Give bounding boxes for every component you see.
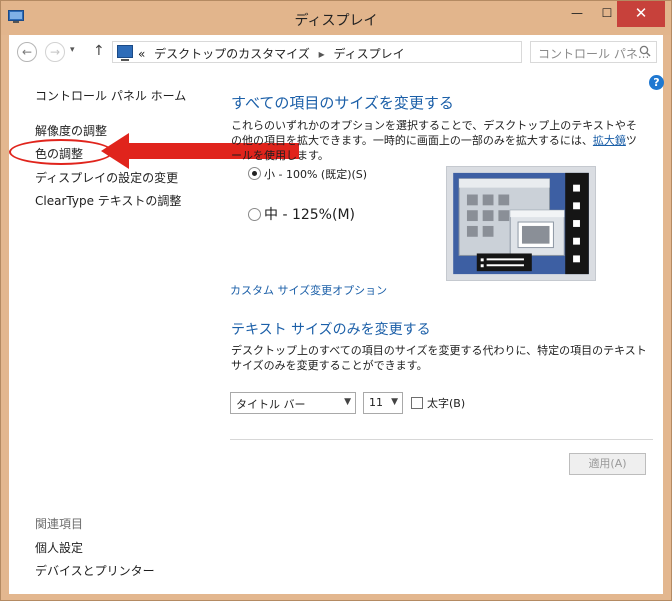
search-placeholder: コントロール パネ... bbox=[538, 47, 650, 61]
recent-locations-icon[interactable]: ▾ bbox=[70, 45, 75, 55]
section-description-all-items: これらのいずれかのオプションを選択することで、デスクトップ上のテキストやその他の… bbox=[231, 118, 643, 163]
description-text: これらのいずれかのオプションを選択することで、デスクトップ上のテキストやその他の… bbox=[231, 119, 637, 147]
radio-medium-label[interactable]: 中 - 125%(M) bbox=[264, 204, 355, 224]
help-icon[interactable]: ? bbox=[649, 75, 664, 90]
section-description-text-only: デスクトップ上のすべての項目のサイズを変更する代わりに、特定の項目のテキスト サ… bbox=[231, 344, 647, 372]
chevron-down-icon: ▼ bbox=[391, 397, 398, 407]
window: ディスプレイ — ☐ ✕ ← → ▾ ↑ « デスクトップのカスタマイズ ▸ デ… bbox=[0, 0, 672, 601]
font-size-select-value: 11 bbox=[369, 396, 383, 409]
section-title-text-only: テキスト サイズのみを変更する bbox=[231, 322, 431, 338]
breadcrumb-item-display[interactable]: ディスプレイ bbox=[334, 47, 405, 61]
breadcrumb-separator-icon[interactable]: ▸ bbox=[314, 47, 330, 61]
chevron-down-icon: ▼ bbox=[344, 397, 351, 407]
item-select-value: タイトル バー bbox=[236, 398, 306, 411]
navigation-bar: ← → ▾ ↑ « デスクトップのカスタマイズ ▸ ディスプレイ ⌄ ↻ コント… bbox=[9, 35, 663, 69]
forward-button[interactable]: → bbox=[45, 42, 65, 62]
section-title-all-items: すべての項目のサイズを変更する bbox=[231, 94, 454, 112]
font-size-select[interactable]: 11 ▼ bbox=[363, 392, 403, 414]
close-button[interactable]: ✕ bbox=[617, 1, 665, 27]
apply-button[interactable]: 適用(A) bbox=[569, 453, 646, 475]
item-select[interactable]: タイトル バー ▼ bbox=[230, 392, 356, 414]
sidebar-item-resolution[interactable]: 解像度の調整 bbox=[35, 122, 107, 139]
title-bar[interactable]: ディスプレイ — ☐ ✕ bbox=[1, 1, 671, 35]
search-input[interactable]: コントロール パネ... bbox=[530, 41, 657, 63]
minimize-button[interactable]: — bbox=[563, 1, 591, 27]
custom-sizing-link[interactable]: カスタム サイズ変更オプション bbox=[230, 282, 387, 298]
annotation-ellipse bbox=[9, 139, 113, 165]
sidebar-item-devices-printers[interactable]: デバイスとプリンター bbox=[35, 562, 155, 579]
control-panel-icon bbox=[117, 45, 133, 61]
sidebar-item-personalization[interactable]: 個人設定 bbox=[35, 539, 83, 556]
back-button[interactable]: ← bbox=[17, 42, 37, 62]
breadcrumb-item-desktop[interactable]: デスクトップのカスタマイズ bbox=[149, 47, 310, 61]
breadcrumb-overflow[interactable]: « bbox=[138, 47, 145, 61]
display-preview-image bbox=[446, 166, 596, 281]
magnifier-link[interactable]: 拡大鏡 bbox=[593, 134, 626, 147]
sidebar-item-cleartype[interactable]: ClearType テキストの調整 bbox=[35, 192, 181, 209]
up-button[interactable]: ↑ bbox=[93, 43, 105, 59]
address-bar[interactable]: « デスクトップのカスタマイズ ▸ ディスプレイ ⌄ ↻ bbox=[112, 41, 614, 63]
radio-small-label[interactable]: 小 - 100% (既定)(S) bbox=[264, 166, 367, 182]
radio-medium[interactable] bbox=[248, 208, 261, 221]
sidebar-home-link[interactable]: コントロール パネル ホーム bbox=[35, 87, 186, 104]
bold-checkbox-label[interactable]: 太字(B) bbox=[427, 395, 465, 411]
radio-small[interactable] bbox=[248, 167, 261, 180]
divider bbox=[230, 439, 653, 440]
breadcrumb: « デスクトップのカスタマイズ ▸ ディスプレイ bbox=[138, 45, 405, 62]
bold-checkbox[interactable] bbox=[411, 397, 423, 409]
sidebar-item-display-settings[interactable]: ディスプレイの設定の変更 bbox=[35, 169, 178, 186]
content-panel: ? コントロール パネル ホーム 解像度の調整 色の調整 ディスプレイの設定の変… bbox=[9, 69, 664, 594]
search-icon[interactable] bbox=[639, 45, 651, 57]
related-header: 関連項目 bbox=[35, 517, 84, 531]
